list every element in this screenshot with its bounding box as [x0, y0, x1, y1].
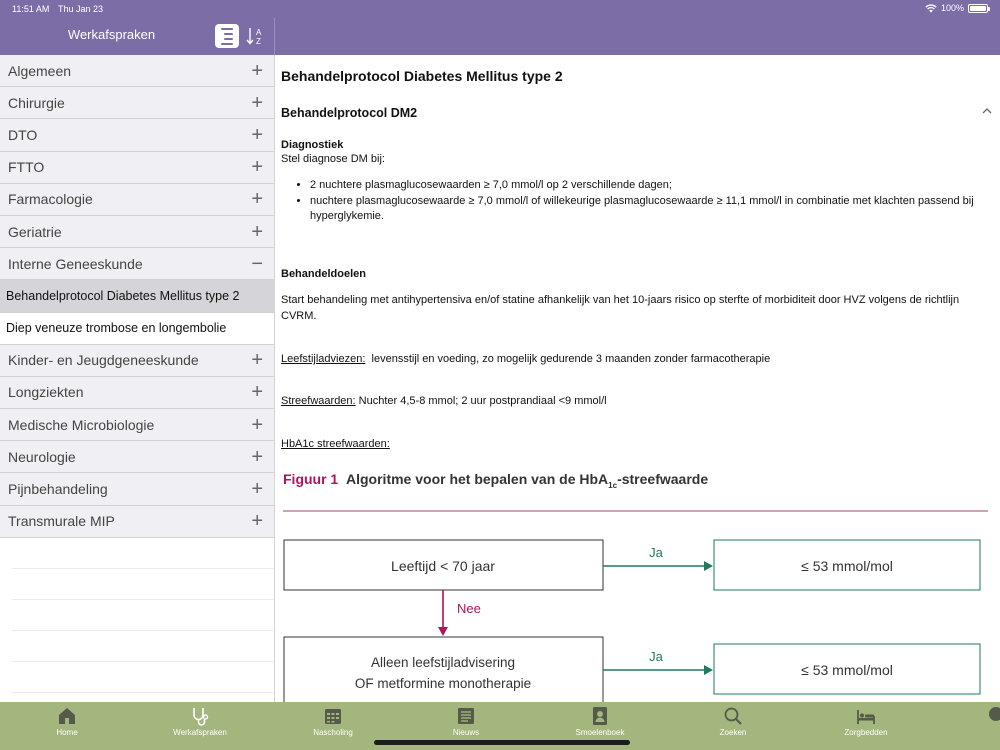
wifi-icon — [925, 3, 937, 12]
hba1c-algorithm-figure: Figuur 1 Algoritme voor het bepalen van … — [283, 471, 988, 702]
expand-plus-icon[interactable]: + — [251, 382, 263, 402]
stethoscope-icon — [193, 708, 209, 726]
expand-plus-icon[interactable]: + — [251, 350, 263, 370]
yes-arrowhead-1 — [704, 561, 713, 571]
search-icon — [724, 707, 742, 725]
top-bar: 11:51 AM Thu Jan 23 100% Werkafspraken A… — [0, 0, 1000, 55]
sidebar-item-medische-microbiologie[interactable]: Medische Microbiologie + — [0, 409, 274, 442]
expand-plus-icon[interactable]: + — [251, 125, 263, 145]
diagnostiek-list: 2 nuchtere plasmaglucosewaarden ≥ 7,0 mm… — [310, 178, 990, 225]
status-indicators: 100% — [925, 3, 990, 13]
more-tab-icon — [989, 707, 1000, 721]
behandeldoelen-text: Start behandeling met antihypertensiva e… — [281, 294, 960, 322]
tab-zoeken[interactable]: Zoeken — [688, 702, 778, 750]
status-date: Thu Jan 23 — [58, 4, 104, 14]
tab-zorgbedden[interactable]: Zorgbedden — [821, 702, 911, 750]
collapse-minus-icon[interactable]: − — [251, 254, 263, 274]
result-box-1-label: ≤ 53 mmol/mol — [801, 558, 893, 574]
status-time: 11:51 AM — [12, 4, 50, 14]
behandeldoelen-heading: Behandeldoelen — [281, 268, 366, 280]
tab-werkafspraken[interactable]: Werkafspraken — [155, 702, 245, 750]
empty-row — [12, 600, 274, 631]
document-title: Behandelprotocol Diabetes Mellitus type … — [281, 68, 563, 84]
home-icon — [59, 708, 75, 724]
expand-plus-icon[interactable]: + — [251, 61, 263, 81]
sidebar-subitem-diabetes[interactable]: Behandelprotocol Diabetes Mellitus type … — [0, 280, 274, 313]
sort-az-icon[interactable]: A Z — [246, 25, 266, 47]
tab-overflow[interactable] — [986, 706, 1000, 724]
expand-plus-icon[interactable]: + — [251, 93, 263, 113]
diagnostiek-intro: Stel diagnose DM bij: — [281, 153, 385, 165]
expand-plus-icon[interactable]: + — [251, 479, 263, 499]
chevron-up-icon[interactable] — [982, 106, 992, 116]
no-arrowhead — [438, 627, 448, 636]
svg-text:A: A — [256, 28, 262, 37]
sidebar-item-neurologie[interactable]: Neurologie + — [0, 441, 274, 474]
therapy-box-line1: Alleen leefstijladvisering — [371, 655, 515, 670]
empty-row — [12, 662, 274, 693]
list-item: 2 nuchtere plasmaglucosewaarden ≥ 7,0 mm… — [310, 178, 990, 193]
figure-label: Figuur 1 — [283, 471, 338, 487]
list-item: nuchtere plasmaglucosewaarde ≥ 7,0 mmol/… — [310, 194, 990, 224]
streefwaarden-text: Nuchter 4,5-8 mmol; 2 uur postprandiaal … — [358, 395, 607, 407]
sidebar-item-longziekten[interactable]: Longziekten + — [0, 376, 274, 410]
age-box-label: Leeftijd < 70 jaar — [391, 558, 495, 574]
empty-row — [12, 569, 274, 600]
sidebar-item-interne-geneeskunde[interactable]: Interne Geneeskunde − — [0, 248, 274, 281]
sidebar-item-algemeen[interactable]: Algemeen + — [0, 55, 274, 88]
sidebar: Algemeen + Chirurgie + DTO + FTTO + Farm… — [0, 55, 275, 702]
document-content[interactable]: Behandelprotocol Diabetes Mellitus type … — [276, 55, 1000, 702]
bed-icon — [857, 710, 875, 724]
leefstijl-paragraph: Leefstijladviezen: levensstijl en voedin… — [281, 351, 770, 367]
section-title: Behandelprotocol DM2 — [281, 106, 418, 120]
battery-percent: 100% — [940, 3, 964, 13]
no-label: Nee — [457, 601, 481, 616]
list-view-button[interactable] — [215, 24, 239, 48]
leefstijl-label: Leefstijladviezen: — [281, 353, 366, 365]
therapy-box-line2: OF metformine monotherapie — [355, 676, 531, 691]
tab-home[interactable]: Home — [22, 702, 112, 750]
tab-nascholing[interactable]: Nascholing — [288, 702, 378, 750]
sidebar-subitem-trombose[interactable]: Diep veneuze trombose en longembolie — [0, 312, 274, 345]
figure-title: Algoritme voor het bepalen van de HbA1c-… — [346, 471, 708, 490]
contact-book-icon — [593, 707, 607, 725]
svg-text:Z: Z — [256, 37, 261, 46]
sidebar-item-farmacologie[interactable]: Farmacologie + — [0, 183, 274, 216]
sidebar-item-chirurgie[interactable]: Chirurgie + — [0, 87, 274, 120]
empty-row — [12, 538, 274, 569]
hba1c-label: HbA1c streefwaarden: — [281, 438, 390, 450]
sidebar-item-geriatrie[interactable]: Geriatrie + — [0, 215, 274, 249]
sidebar-item-transmurale-mip[interactable]: Transmurale MIP + — [0, 505, 274, 538]
yes-label-2: Ja — [649, 649, 664, 664]
empty-row — [12, 631, 274, 662]
yes-arrowhead-2 — [704, 665, 713, 675]
sidebar-item-kinder-jeugdgeneeskunde[interactable]: Kinder- en Jeugdgeneeskunde + — [0, 344, 274, 377]
hba1c-paragraph: HbA1c streefwaarden: — [281, 436, 390, 452]
expand-plus-icon[interactable]: + — [251, 415, 263, 435]
expand-plus-icon[interactable]: + — [251, 157, 263, 177]
sidebar-item-dto[interactable]: DTO + — [0, 119, 274, 152]
header-divider — [274, 18, 275, 55]
home-indicator — [374, 740, 630, 745]
expand-plus-icon[interactable]: + — [251, 447, 263, 467]
calendar-icon — [325, 709, 341, 724]
expand-plus-icon[interactable]: + — [251, 511, 263, 531]
battery-icon — [968, 3, 990, 13]
streefwaarden-label: Streefwaarden: — [281, 395, 356, 407]
result-box-2-label: ≤ 53 mmol/mol — [801, 662, 893, 678]
leefstijl-text: levensstijl en voeding, zo mogelijk gedu… — [371, 353, 771, 365]
newspaper-icon — [458, 708, 474, 724]
yes-label-1: Ja — [649, 545, 664, 560]
sidebar-item-pijnbehandeling[interactable]: Pijnbehandeling + — [0, 473, 274, 506]
expand-plus-icon[interactable]: + — [251, 189, 263, 209]
sidebar-item-ftto[interactable]: FTTO + — [0, 151, 274, 184]
expand-plus-icon[interactable]: + — [251, 222, 263, 242]
streefwaarden-paragraph: Streefwaarden: Nuchter 4,5-8 mmol; 2 uur… — [281, 393, 607, 409]
